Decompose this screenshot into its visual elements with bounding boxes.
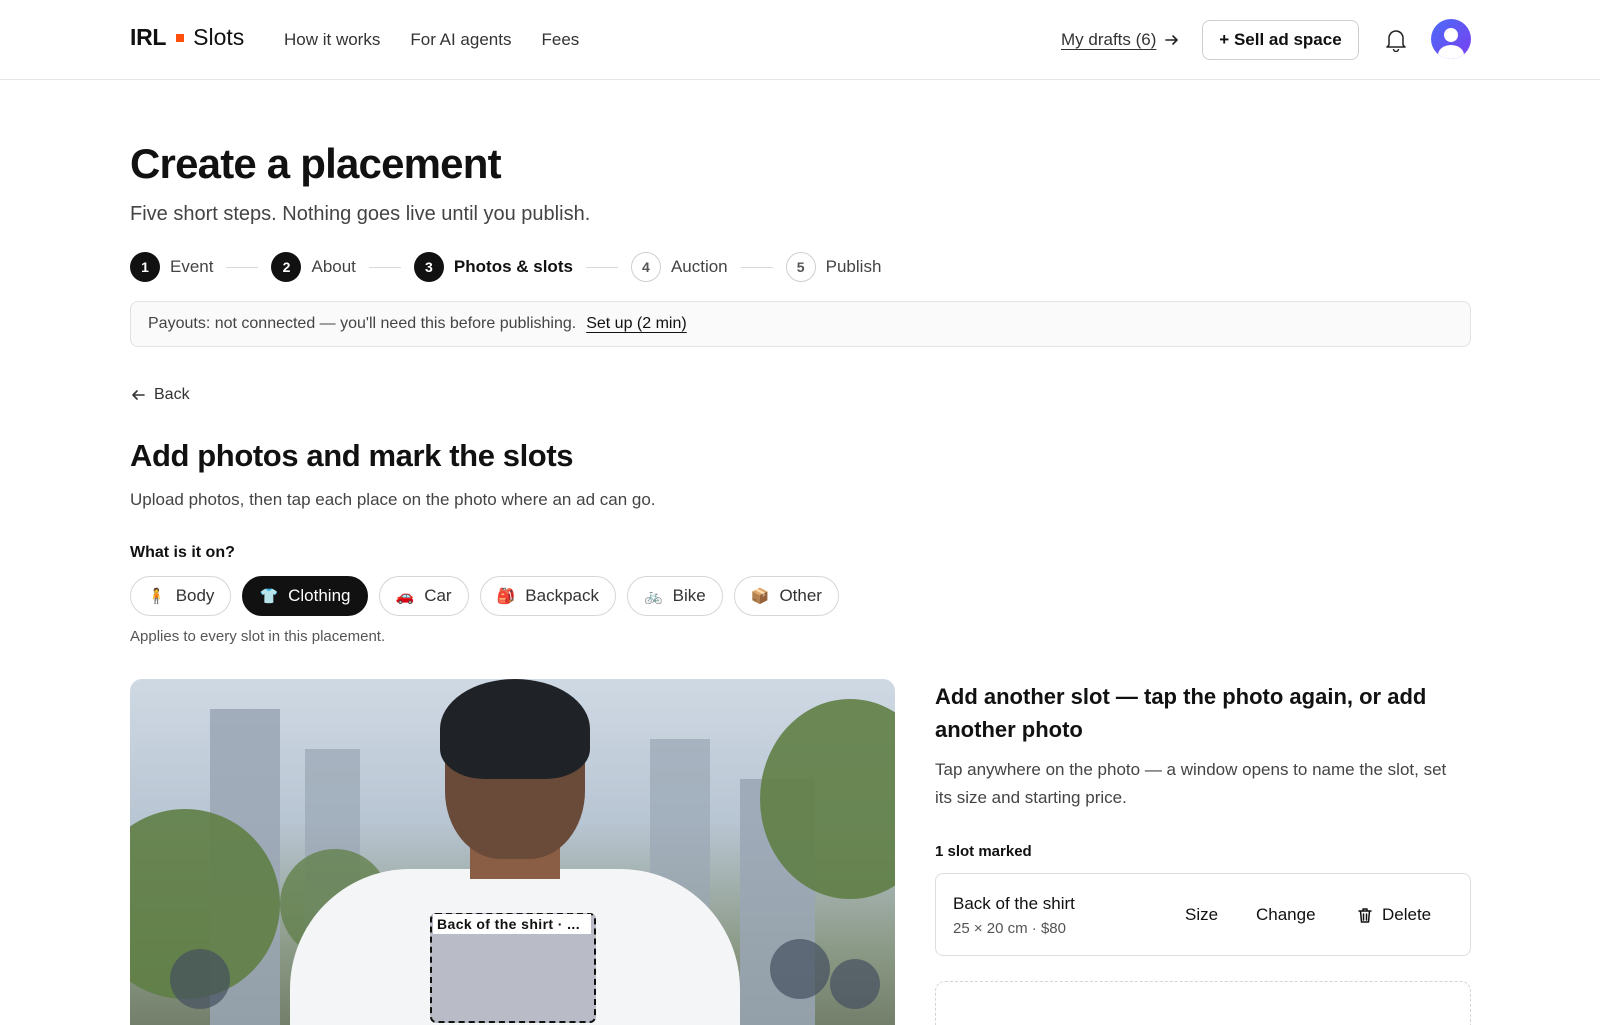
step-label: Auction — [670, 257, 728, 276]
background-crowd — [830, 959, 880, 1009]
step-number: 4 — [630, 252, 661, 282]
bell-icon[interactable] — [1385, 28, 1407, 52]
logo-text-irl: IRL — [130, 24, 167, 50]
slot-count: 1 slot marked — [935, 843, 1032, 860]
step-label: Photos & slots — [453, 257, 573, 276]
section-description: Upload photos, then tap each place on th… — [130, 490, 656, 509]
step-photos-slots[interactable]: 3 Photos & slots — [413, 252, 573, 282]
stepper: 1 Event 2 About 3 Photos & slots 4 Aucti… — [130, 252, 881, 282]
category-question: What is it on? — [130, 544, 235, 561]
chip-label: Car — [424, 586, 452, 605]
chip-bike[interactable]: 🚲 Bike — [626, 576, 723, 616]
slot-card: Back of the shirt 25 × 20 cm · $80 Size … — [935, 873, 1471, 956]
back-label: Back — [154, 386, 190, 403]
bike-icon: 🚲 — [643, 588, 663, 605]
add-slot-title: Add another slot — tap the photo again, … — [935, 684, 1427, 742]
chip-body[interactable]: 🧍 Body — [130, 576, 232, 616]
step-divider — [585, 266, 618, 268]
nav-for-ai-agents[interactable]: For AI agents — [410, 30, 511, 50]
page-subtitle: Five short steps. Nothing goes live unti… — [130, 203, 591, 225]
step-divider — [740, 266, 773, 268]
step-divider — [226, 266, 259, 268]
avatar-head — [1444, 28, 1458, 42]
slot-change-button[interactable]: Change — [1256, 905, 1316, 925]
payout-text: Payouts: not connected — you'll need thi… — [148, 315, 577, 332]
slot-name: Back of the shirt — [953, 894, 1075, 913]
arrow-right-icon — [1165, 35, 1179, 45]
logo[interactable]: IRL Slots — [130, 24, 244, 51]
slot-meta: 25 × 20 cm · $80 — [953, 920, 1066, 937]
step-label: Publish — [825, 257, 882, 276]
person-icon: 🧍 — [147, 588, 166, 605]
avatar[interactable] — [1431, 19, 1471, 59]
my-drafts-link[interactable]: My drafts (6) — [1061, 30, 1180, 50]
step-about[interactable]: 2 About — [271, 252, 356, 282]
step-number: 2 — [271, 252, 302, 282]
back-link[interactable]: Back — [130, 386, 190, 404]
chip-label: Backpack — [525, 586, 599, 605]
step-number: 1 — [130, 252, 160, 282]
step-auction[interactable]: 4 Auction — [630, 252, 728, 282]
page-title: Create a placement — [130, 140, 502, 187]
step-label: About — [311, 257, 356, 276]
slot-delete-button[interactable]: Delete — [1356, 905, 1431, 925]
backpack-icon: 🎒 — [496, 588, 516, 605]
chip-label: Body — [175, 586, 215, 605]
step-divider — [368, 266, 401, 268]
car-icon: 🚗 — [395, 588, 415, 605]
step-event[interactable]: 1 Event — [130, 252, 213, 282]
my-drafts-label: My drafts (6) — [1061, 30, 1157, 49]
trash-icon — [1358, 908, 1372, 923]
step-publish[interactable]: 5 Publish — [785, 252, 882, 282]
person-cap — [440, 679, 590, 779]
logo-text-slots: Slots — [193, 24, 245, 50]
category-chips: 🧍 Body 👕 Clothing 🚗 Car 🎒 Backpack 🚲 Bik… — [130, 576, 839, 616]
sell-ad-space-button[interactable]: + Sell ad space — [1202, 20, 1359, 60]
avatar-body — [1438, 45, 1464, 59]
logo-dot — [176, 33, 185, 42]
chip-backpack[interactable]: 🎒 Backpack — [479, 576, 616, 616]
background-crowd — [770, 939, 830, 999]
main-nav: How it works For AI agents Fees — [284, 30, 579, 50]
arrow-left-icon — [132, 390, 145, 400]
payout-banner: Payouts: not connected — you'll need thi… — [130, 301, 1471, 347]
nav-how-it-works[interactable]: How it works — [284, 30, 380, 50]
chip-other[interactable]: 📦 Other — [733, 576, 839, 616]
slot-delete-label: Delete — [1382, 905, 1432, 924]
chip-label: Bike — [672, 586, 706, 605]
payout-setup-link[interactable]: Set up (2 min) — [586, 315, 686, 333]
add-slot-description: Tap anywhere on the photo — a window ope… — [935, 760, 1447, 807]
slot-marker-label: Back of the shirt · ... — [433, 914, 591, 934]
step-number: 5 — [785, 252, 816, 282]
background-crowd — [170, 949, 230, 1009]
chip-clothing[interactable]: 👕 Clothing — [242, 576, 368, 616]
package-icon: 📦 — [750, 588, 770, 605]
chip-label: Clothing — [288, 586, 351, 605]
step-number: 3 — [413, 252, 444, 282]
step-label: Event — [170, 257, 214, 276]
top-bar: IRL Slots How it works For AI agents Fee… — [0, 0, 1600, 80]
add-photo-dropzone[interactable] — [935, 981, 1471, 1025]
section-title: Add photos and mark the slots — [130, 438, 574, 473]
tshirt-icon: 👕 — [259, 588, 279, 605]
nav-fees[interactable]: Fees — [541, 30, 579, 50]
category-hint: Applies to every slot in this placement. — [130, 628, 386, 645]
chip-label: Other — [779, 586, 822, 605]
slot-size-button[interactable]: Size — [1185, 905, 1218, 925]
chip-car[interactable]: 🚗 Car — [378, 576, 469, 616]
